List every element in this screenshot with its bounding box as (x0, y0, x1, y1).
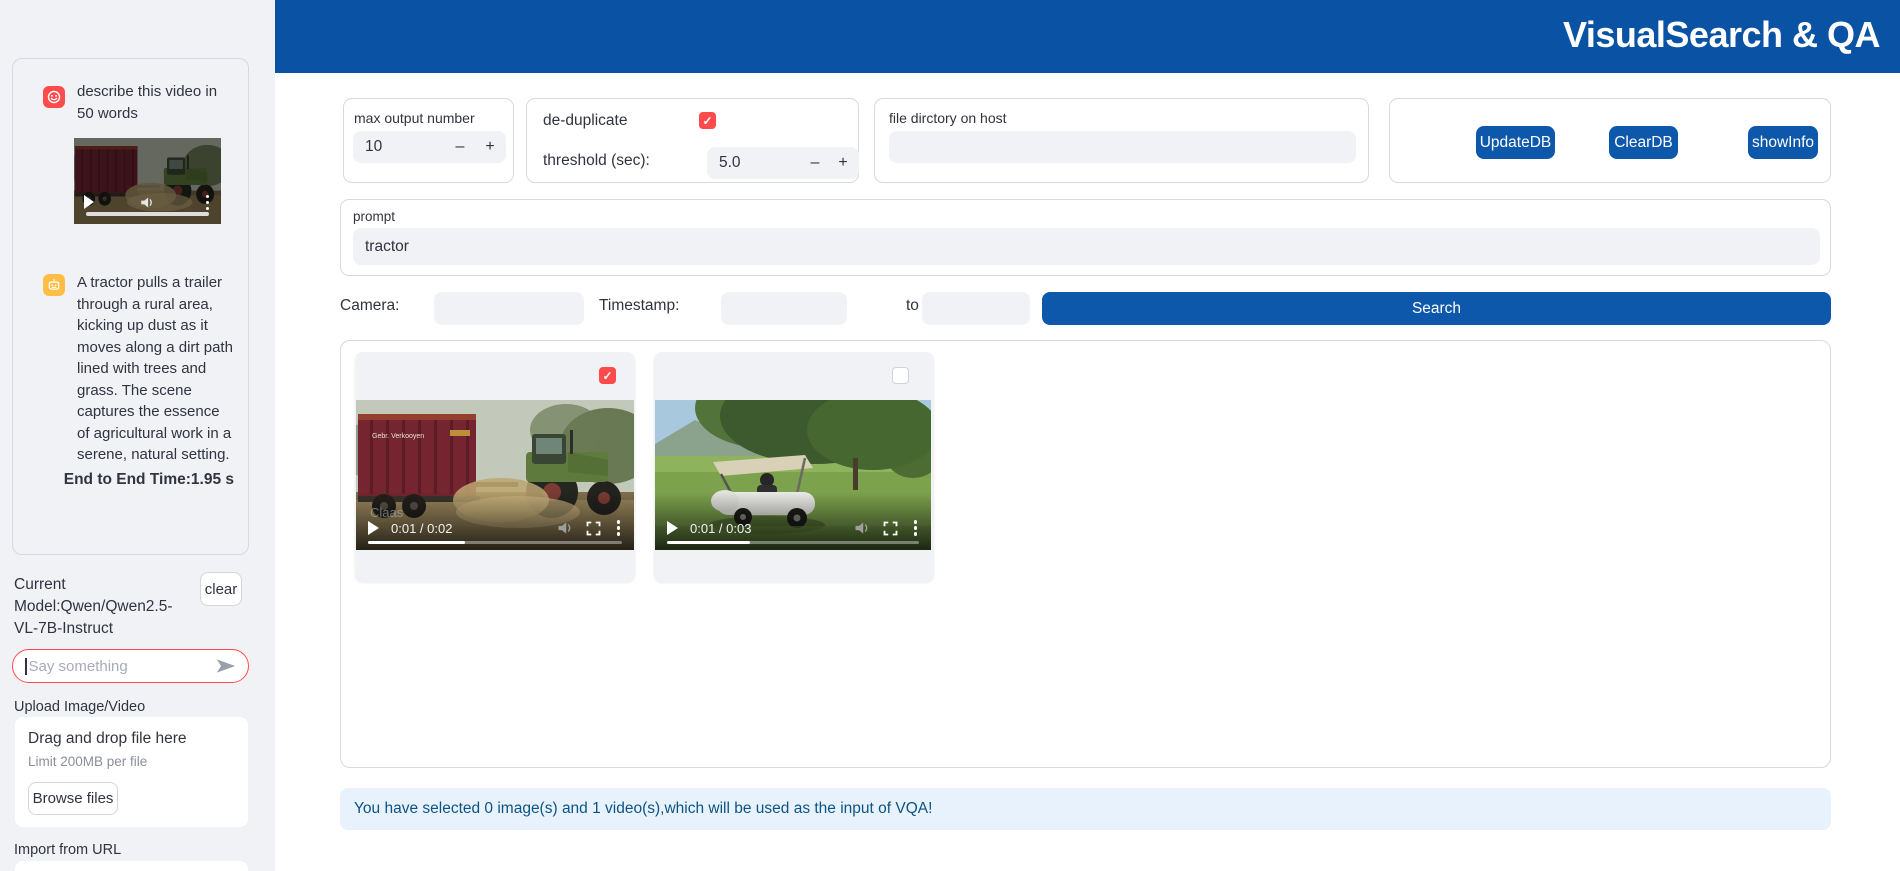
max-output-value: 10 (365, 138, 382, 156)
camera-label: Camera: (340, 297, 399, 315)
play-icon[interactable] (368, 521, 379, 535)
result-checkbox-2[interactable]: ✓ (892, 367, 909, 384)
user-message: describe this video in 50 words (77, 81, 235, 124)
max-output-increment-button[interactable]: + (476, 131, 504, 163)
threshold-label: threshold (sec): (543, 152, 650, 170)
prompt-card: prompt tractor (340, 199, 1831, 276)
threshold-value: 5.0 (719, 154, 741, 172)
video-menu-icon[interactable] (613, 520, 625, 536)
video-controls-1: 0:01 / 0:02 (368, 519, 624, 537)
file-dropzone[interactable]: Drag and drop file here Limit 200MB per … (15, 717, 248, 827)
video-menu-icon[interactable] (910, 520, 922, 536)
assistant-message: A tractor pulls a trailer through a rura… (77, 272, 235, 466)
file-directory-label: file dirctory on host (889, 110, 1007, 126)
app-header: VisualSearch & QA (275, 0, 1900, 73)
volume-icon[interactable] (854, 521, 871, 535)
search-button[interactable]: Search (1042, 292, 1831, 325)
camera-input[interactable] (434, 292, 584, 325)
page-title: VisualSearch & QA (1563, 14, 1880, 56)
robot-face-icon (47, 278, 61, 292)
prompt-label: prompt (353, 209, 395, 224)
chat-video-player[interactable] (74, 138, 221, 224)
video-progress-bar[interactable] (86, 212, 209, 216)
trailer-brand-text: Gebr. Verkooyen (372, 433, 424, 440)
max-output-card: max output number 10 – + (343, 98, 514, 183)
threshold-input[interactable]: 5.0 – + (707, 147, 859, 179)
check-icon: ✓ (602, 369, 612, 383)
result-card-tractor: ✓ Gebr. Verkooyen (355, 352, 635, 582)
selection-info-box: You have selected 0 image(s) and 1 video… (340, 788, 1831, 830)
current-model-label: Current Model:Qwen/Qwen2.5-VL-7B-Instruc… (14, 574, 192, 640)
showinfo-button[interactable]: showInfo (1748, 126, 1818, 159)
cleardb-button[interactable]: ClearDB (1609, 126, 1678, 159)
play-icon[interactable] (84, 195, 94, 209)
smiley-face-icon (47, 90, 61, 104)
threshold-decrement-button[interactable]: – (801, 147, 829, 179)
result-checkbox-1[interactable]: ✓ (599, 367, 616, 384)
max-output-label: max output number (354, 110, 475, 126)
updatedb-button[interactable]: UpdateDB (1476, 126, 1555, 159)
result-video-golfcart[interactable]: 0:01 / 0:03 (655, 400, 931, 550)
fullscreen-icon[interactable] (883, 521, 898, 536)
dedup-label: de-duplicate (543, 112, 627, 130)
max-output-input[interactable]: 10 – + (353, 131, 506, 163)
import-url-label: Import from URL (14, 842, 121, 858)
volume-icon[interactable] (140, 196, 155, 209)
assistant-avatar (43, 274, 65, 296)
timestamp-label: Timestamp: (599, 297, 679, 315)
to-label: to (906, 297, 919, 315)
dropzone-text: Drag and drop file here (28, 730, 235, 748)
video-menu-icon[interactable] (202, 195, 214, 211)
timestamp-from-input[interactable] (721, 292, 847, 325)
sidebar: describe this video in 50 words (0, 0, 275, 871)
fullscreen-icon[interactable] (586, 521, 601, 536)
browse-files-button[interactable]: Browse files (28, 782, 118, 815)
import-url-input[interactable] (15, 861, 248, 871)
result-video-tractor[interactable]: Gebr. Verkooyen Claas (356, 400, 634, 550)
video-progress-track-2[interactable] (667, 541, 919, 545)
threshold-increment-button[interactable]: + (829, 147, 857, 179)
video-time-1: 0:01 / 0:02 (391, 521, 452, 536)
prompt-value: tractor (365, 238, 409, 256)
file-directory-card: file dirctory on host (874, 98, 1369, 183)
volume-icon[interactable] (557, 521, 574, 535)
prompt-input[interactable]: tractor (353, 228, 1820, 265)
clear-button[interactable]: clear (200, 572, 242, 606)
dedup-card: de-duplicate ✓ threshold (sec): 5.0 – + (526, 98, 859, 183)
mini-video-controls (84, 195, 213, 211)
send-icon[interactable] (216, 658, 236, 674)
video-time-2: 0:01 / 0:03 (690, 521, 751, 536)
text-caret (25, 658, 27, 675)
chat-history-container: describe this video in 50 words (12, 58, 249, 555)
file-directory-input[interactable] (889, 131, 1356, 163)
video-progress-track-1[interactable] (368, 541, 622, 545)
video-progress-played-1 (368, 541, 465, 545)
app-window: describe this video in 50 words (0, 0, 1900, 871)
user-avatar (43, 86, 65, 108)
video-controls-2: 0:01 / 0:03 (667, 519, 921, 537)
check-icon: ✓ (702, 114, 712, 128)
dropzone-limit-text: Limit 200MB per file (28, 754, 235, 769)
play-icon[interactable] (667, 521, 678, 535)
upload-label: Upload Image/Video (14, 699, 145, 715)
result-card-golfcart: ✓ (654, 352, 934, 582)
chat-input-placeholder: Say something (29, 658, 217, 675)
timestamp-to-input[interactable] (922, 292, 1030, 325)
dedup-checkbox[interactable]: ✓ (699, 112, 716, 129)
chat-input[interactable]: Say something (12, 649, 249, 683)
max-output-decrement-button[interactable]: – (446, 131, 474, 163)
selection-info-text: You have selected 0 image(s) and 1 video… (354, 800, 932, 818)
end-to-end-time: End to End Time:1.95 s (34, 471, 234, 489)
db-actions-card: UpdateDB ClearDB showInfo (1389, 98, 1831, 183)
results-container: ✓ Gebr. Verkooyen (340, 340, 1831, 768)
video-progress-played-2 (667, 541, 750, 545)
video-watermark: Claas (370, 505, 403, 520)
